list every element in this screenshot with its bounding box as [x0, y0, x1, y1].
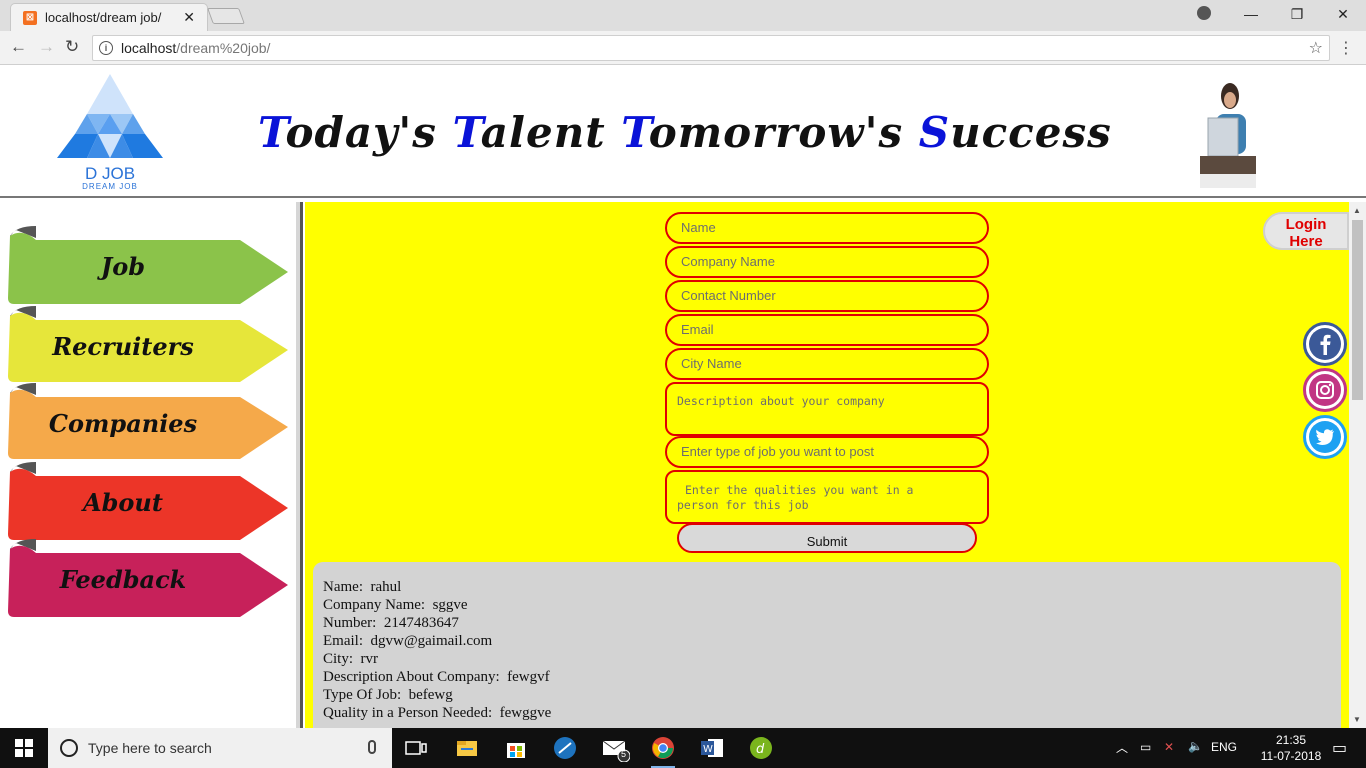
store-icon[interactable]	[504, 736, 528, 760]
sidebar-item-label: Job	[100, 252, 146, 281]
city-name-input[interactable]: City Name	[665, 348, 989, 380]
logo-text: D JOB	[84, 164, 136, 183]
cortana-icon	[60, 739, 78, 757]
notifications-icon[interactable]: ▭	[1332, 738, 1347, 758]
reload-icon[interactable]: ↻	[65, 37, 79, 57]
word-icon[interactable]: W	[700, 736, 724, 760]
svg-text:W: W	[703, 744, 713, 755]
name-input[interactable]: Name	[665, 212, 989, 244]
email-input[interactable]: Email	[665, 314, 989, 346]
sidebar-item-job[interactable]: Job	[8, 226, 288, 304]
address-bar[interactable]: i localhost/dream%20job/ ☆	[92, 35, 1330, 61]
clock-date: 11-07-2018	[1260, 749, 1322, 763]
language-indicator[interactable]: ENG	[1211, 740, 1237, 754]
volume-icon[interactable]: 🔈	[1188, 739, 1203, 753]
result-name: Name: rahul	[323, 579, 402, 595]
mail-badge: 5	[621, 749, 627, 759]
network-disconnected-icon[interactable]: ✕	[1164, 740, 1174, 754]
logo-subtext: DREAM JOB	[82, 182, 138, 191]
svg-text:d: d	[756, 742, 765, 757]
forward-arrow-icon[interactable]: →	[38, 37, 55, 57]
battery-icon[interactable]: ▭	[1140, 740, 1151, 754]
start-button[interactable]	[0, 728, 48, 768]
sidebar-divider	[300, 202, 303, 728]
person-at-laptop-image	[1196, 78, 1260, 188]
result-job-type: Type Of Job: befewg	[323, 687, 453, 703]
clock-time: 21:35	[1275, 733, 1307, 747]
sidebar-item-feedback[interactable]: Feedback	[8, 539, 288, 617]
sidebar-item-label: Recruiters	[52, 332, 194, 361]
result-email: Email: dgvw@gaimail.com	[323, 633, 493, 649]
tab-close-icon[interactable]: ✕	[183, 9, 195, 26]
job-type-input[interactable]: Enter type of job you want to post	[665, 436, 989, 468]
twitter-icon[interactable]	[1303, 415, 1347, 459]
sidebar-item-label: Feedback	[59, 565, 187, 594]
browser-menu-icon[interactable]: ⋮	[1338, 38, 1354, 58]
main-content: Name Company Name Contact Number Email C…	[305, 202, 1349, 728]
site-logo[interactable]: D JOB DREAM JOB	[55, 72, 165, 192]
tab-title: localhost/dream job/	[45, 10, 162, 25]
login-button[interactable]: Login Here	[1263, 212, 1349, 250]
window-controls: — ❐ ✕	[1228, 0, 1366, 28]
scrollbar-thumb[interactable]	[1352, 220, 1363, 400]
result-description: Description About Company: fewgvf	[323, 669, 550, 685]
sidebar-item-recruiters[interactable]: Recruiters	[8, 306, 288, 382]
submit-button[interactable]: Submit	[677, 523, 977, 553]
company-name-input[interactable]: Company Name	[665, 246, 989, 278]
profile-icon[interactable]	[1197, 6, 1211, 20]
mail-icon[interactable]: 5	[602, 736, 631, 763]
site-header: D JOB DREAM JOB Today's Talent Tomorrow'…	[0, 66, 1366, 198]
taskbar-search[interactable]: Type here to search	[48, 728, 392, 768]
instagram-icon[interactable]	[1303, 368, 1347, 412]
scroll-up-arrow-icon[interactable]: ▲	[1353, 206, 1361, 215]
chrome-icon[interactable]	[651, 736, 675, 768]
submitted-details-panel: Name: rahul Company Name: sggve Number: …	[313, 562, 1341, 728]
result-number: Number: 2147483647	[323, 615, 459, 631]
bookmark-star-icon[interactable]: ☆	[1309, 38, 1323, 58]
url-text: localhost/dream%20job/	[121, 40, 271, 56]
sidebar-item-about[interactable]: About	[8, 462, 288, 540]
logo-triangle-icon	[57, 74, 163, 158]
contact-number-input[interactable]: Contact Number	[665, 280, 989, 312]
info-icon[interactable]: i	[99, 41, 113, 55]
sidebar-item-label: Companies	[48, 409, 198, 438]
qualities-textarea[interactable]: Enter the qualities you want in a person…	[665, 470, 989, 524]
browser-toolbar: ← → ↻ i localhost/dream%20job/ ☆ ⋮	[0, 31, 1366, 65]
browser-tabstrip: ⊠ localhost/dream job/ ✕ — ❐ ✕	[0, 0, 1366, 31]
windows-logo-icon	[15, 739, 33, 757]
file-explorer-icon[interactable]	[455, 736, 479, 760]
task-view-icon[interactable]	[404, 736, 428, 760]
xampp-favicon-icon: ⊠	[23, 10, 37, 25]
taskbar-search-placeholder: Type here to search	[88, 740, 212, 756]
page-scrollbar[interactable]: ▲ ▼	[1349, 202, 1366, 728]
clock[interactable]: 21:35 11-07-2018	[1256, 732, 1326, 764]
sidebar-item-companies[interactable]: Companies	[8, 383, 288, 459]
sidebar-item-label: About	[83, 488, 163, 517]
dreamweaver-icon[interactable]: d	[749, 736, 773, 760]
back-arrow-icon[interactable]: ←	[10, 37, 27, 57]
site-tagline: Today's Talent Tomorrow's Success	[258, 108, 1112, 157]
company-description-textarea[interactable]: Description about your company	[665, 382, 989, 436]
result-quality: Quality in a Person Needed: fewggve	[323, 705, 552, 721]
browser-app-icon[interactable]	[553, 736, 577, 760]
facebook-icon[interactable]	[1303, 322, 1347, 366]
browser-tab[interactable]: ⊠ localhost/dream job/ ✕	[10, 3, 208, 31]
windows-taskbar: Type here to search 5 W d ︿ ▭ ✕ 🔈 ENG 21…	[0, 728, 1366, 768]
scroll-down-arrow-icon[interactable]: ▼	[1353, 715, 1361, 724]
microphone-icon[interactable]	[368, 740, 376, 754]
result-city: City: rvr	[323, 651, 378, 667]
result-company-name: Company Name: sggve	[323, 597, 468, 613]
maximize-button[interactable]: ❐	[1274, 6, 1320, 23]
close-window-button[interactable]: ✕	[1320, 6, 1366, 23]
new-tab-button[interactable]	[207, 8, 245, 24]
minimize-button[interactable]: —	[1228, 6, 1274, 22]
show-hidden-icons-chevron-icon[interactable]: ︿	[1116, 739, 1128, 756]
